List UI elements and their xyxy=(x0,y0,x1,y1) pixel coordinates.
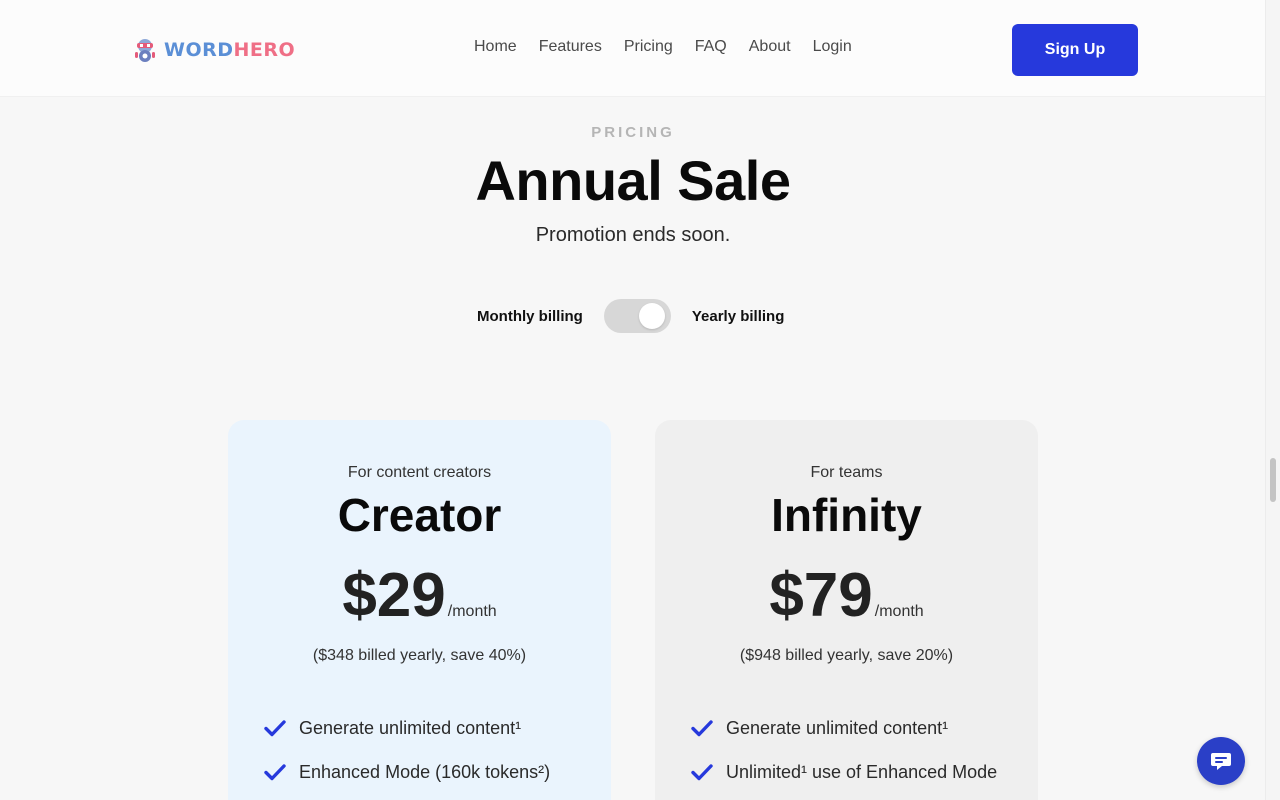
robot-logo-icon xyxy=(135,39,155,62)
feature-item: Enhanced Mode (160k tokens²) xyxy=(264,760,584,785)
plan-tagline: For teams xyxy=(810,464,883,481)
logo[interactable]: WORDHERO xyxy=(132,36,295,64)
nav-home[interactable]: Home xyxy=(474,38,517,56)
page-scrollbar[interactable] xyxy=(1265,0,1280,800)
feature-text: Generate unlimited content¹ xyxy=(726,718,949,738)
main-nav: Home Features Pricing FAQ About Login xyxy=(474,38,852,56)
billing-toggle[interactable] xyxy=(603,299,671,333)
nav-about[interactable]: About xyxy=(749,38,791,56)
price-row: $79 /month xyxy=(655,560,1038,631)
logo-word: WORD xyxy=(164,39,234,61)
nav-faq[interactable]: FAQ xyxy=(695,38,727,56)
monthly-billing-label[interactable]: Monthly billing xyxy=(477,308,583,325)
page-subtitle: Promotion ends soon. xyxy=(535,224,731,246)
section-eyebrow: PRICING xyxy=(591,124,675,141)
billed-yearly-note: ($948 billed yearly, save 20%) xyxy=(739,647,954,664)
check-icon xyxy=(691,720,713,737)
scrollbar-thumb[interactable] xyxy=(1270,458,1276,502)
plan-price: $29 xyxy=(342,561,446,630)
sign-up-button[interactable]: Sign Up xyxy=(1012,24,1138,76)
nav-login[interactable]: Login xyxy=(813,38,852,56)
plan-period: /month xyxy=(447,603,497,620)
chat-icon xyxy=(1211,753,1231,770)
plan-name: Creator xyxy=(337,489,502,541)
chat-widget-button[interactable] xyxy=(1197,737,1245,785)
logo-hero: HERO xyxy=(233,39,296,61)
feature-list: Generate unlimited content¹ Enhanced Mod… xyxy=(264,716,584,800)
plan-tagline: For content creators xyxy=(347,464,492,481)
billing-toggle-group: Monthly billing Yearly billing xyxy=(477,299,784,333)
plan-price: $79 xyxy=(769,561,873,630)
feature-text: Generate unlimited content¹ xyxy=(299,718,522,738)
feature-text: Unlimited¹ use of Enhanced Mode xyxy=(726,762,998,782)
check-icon xyxy=(691,764,713,781)
plan-card-infinity: For teams Infinity $79 /month ($948 bill… xyxy=(655,420,1038,800)
feature-item: Unlimited¹ use of Enhanced Mode xyxy=(691,760,1011,785)
page: WORDHERO Home Features Pricing FAQ About… xyxy=(0,0,1280,800)
billed-yearly-note: ($348 billed yearly, save 40%) xyxy=(312,647,527,664)
toggle-knob xyxy=(638,303,665,329)
plan-period: /month xyxy=(874,603,924,620)
feature-item: Generate unlimited content¹ xyxy=(264,716,584,741)
plan-card-creator: For content creators Creator $29 /month … xyxy=(228,420,611,800)
page-title: Annual Sale xyxy=(475,149,791,212)
feature-list: Generate unlimited content¹ Unlimited¹ u… xyxy=(691,716,1011,800)
check-icon xyxy=(264,720,286,737)
site-header: WORDHERO Home Features Pricing FAQ About… xyxy=(0,0,1266,97)
nav-pricing[interactable]: Pricing xyxy=(624,38,673,56)
plan-name: Infinity xyxy=(771,489,922,541)
check-icon xyxy=(264,764,286,781)
feature-item: Generate unlimited content¹ xyxy=(691,716,1011,741)
price-row: $29 /month xyxy=(228,560,611,631)
nav-features[interactable]: Features xyxy=(539,38,602,56)
feature-text: Enhanced Mode (160k tokens²) xyxy=(299,762,551,782)
logo-text: WORDHERO xyxy=(164,39,295,61)
yearly-billing-label[interactable]: Yearly billing xyxy=(692,308,785,325)
